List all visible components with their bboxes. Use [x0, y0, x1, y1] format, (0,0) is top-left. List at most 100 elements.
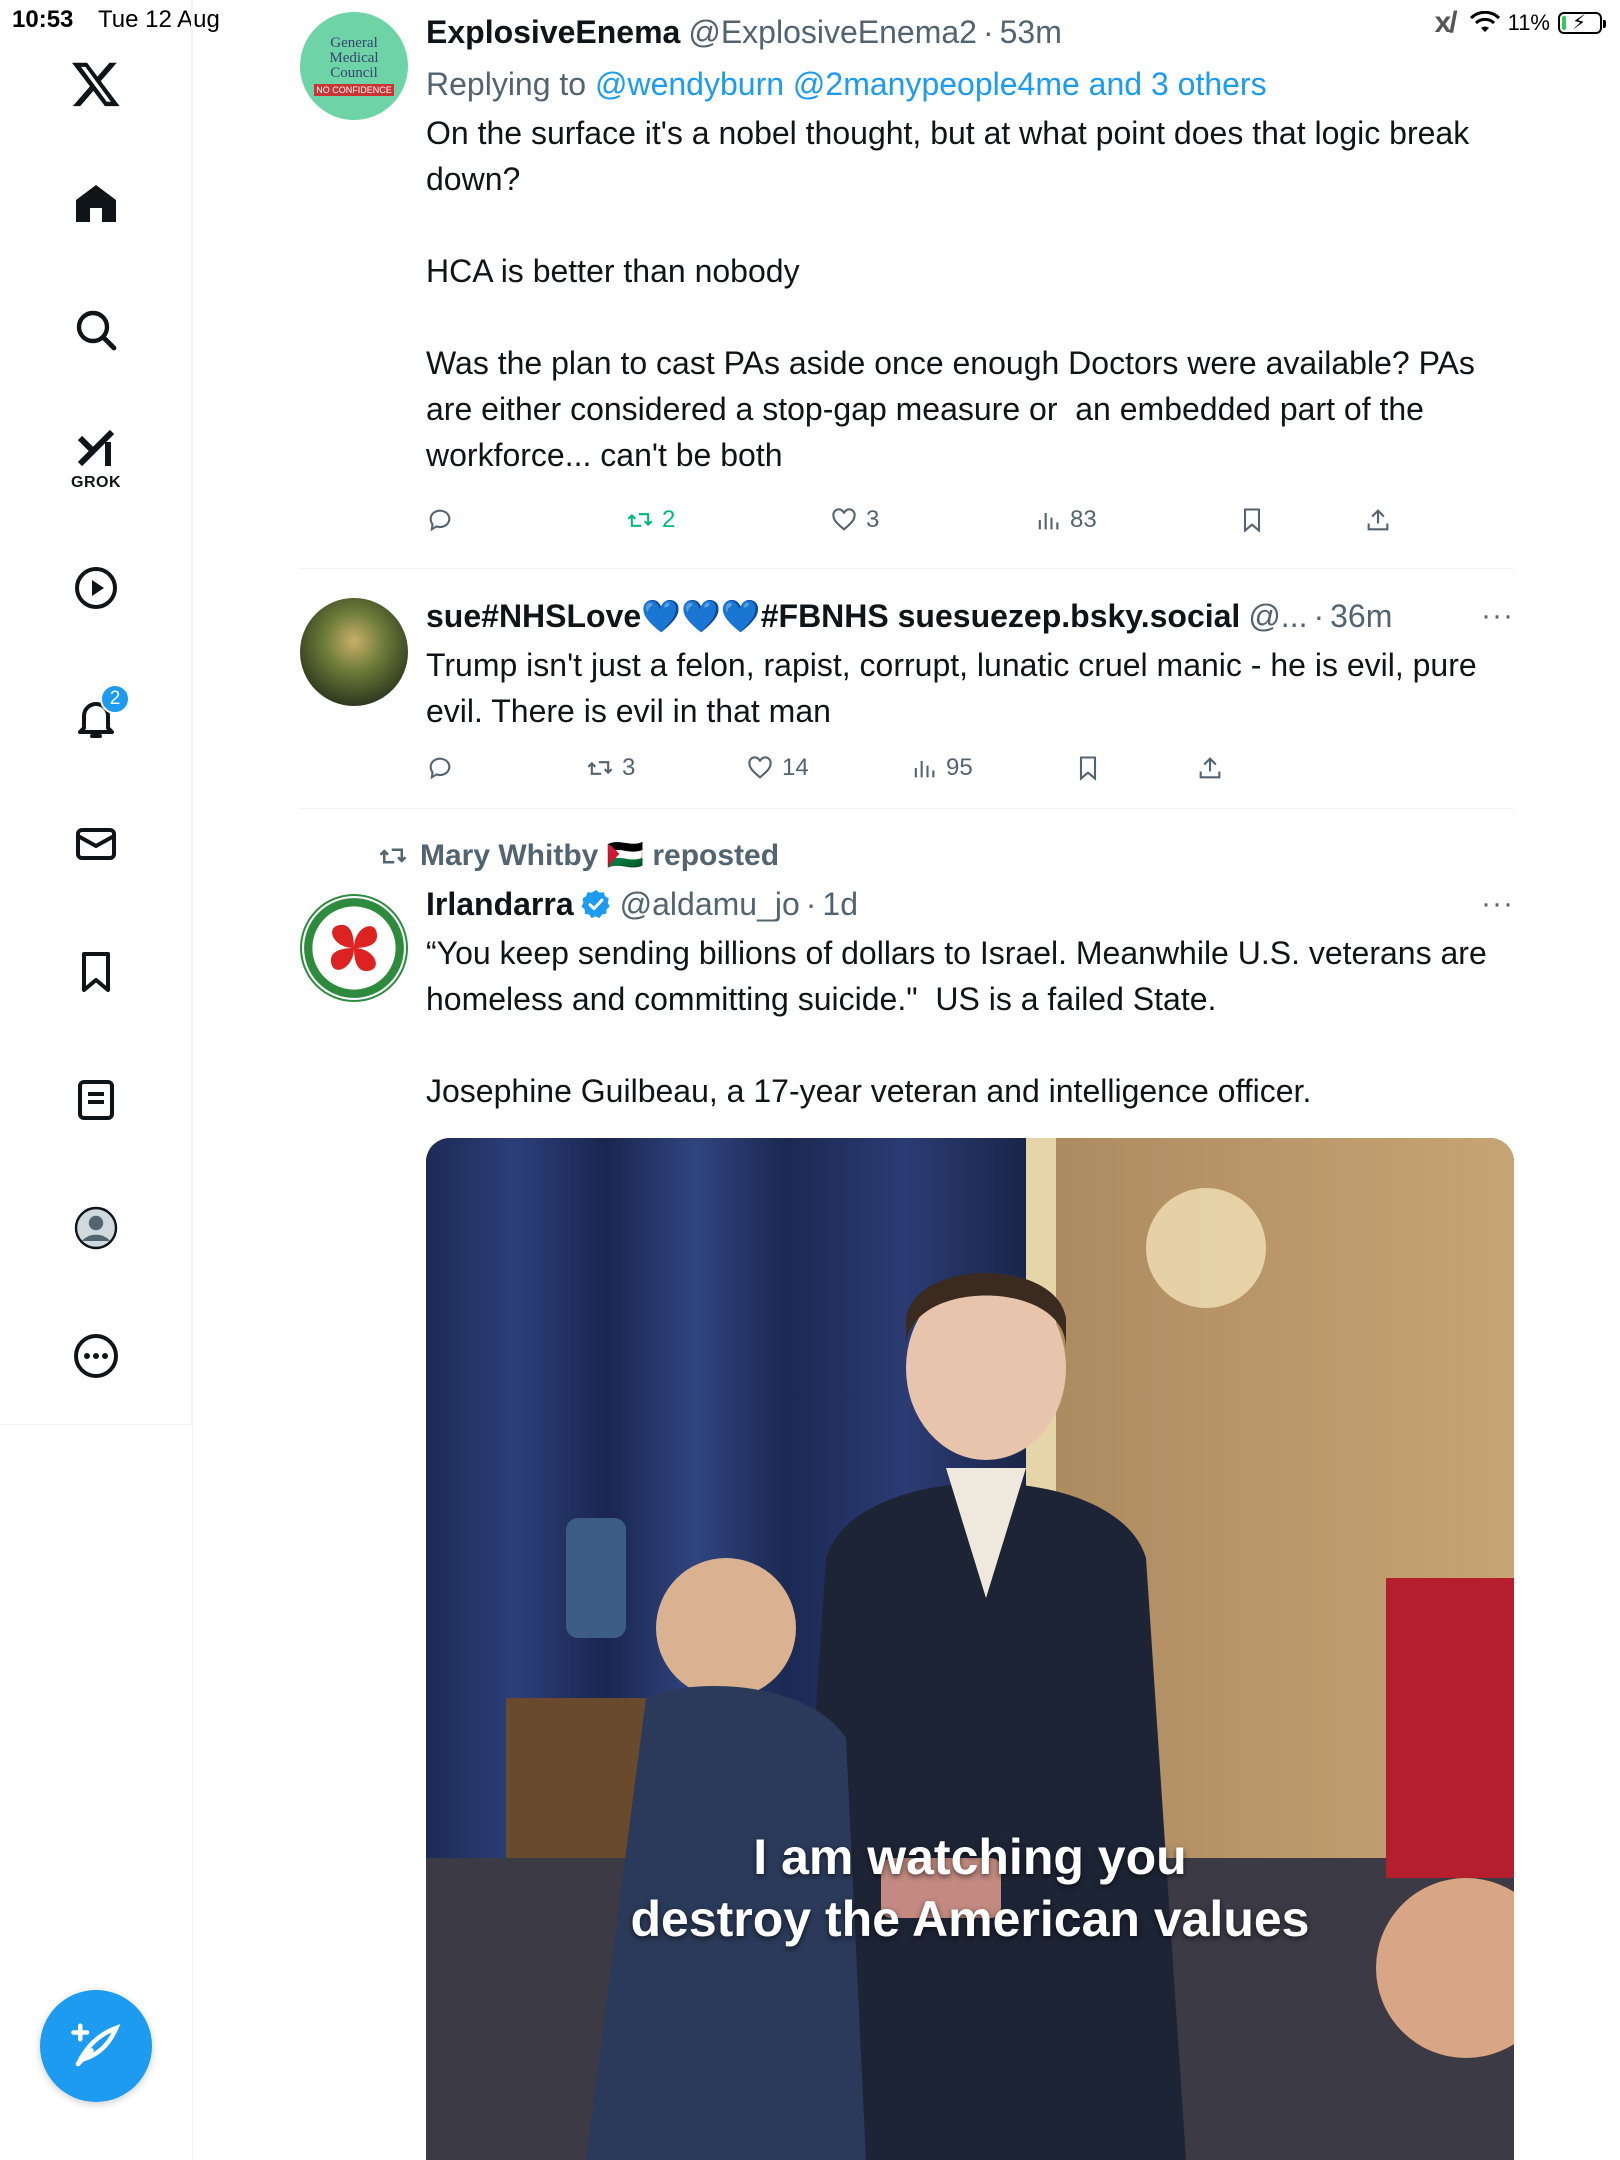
- battery-fill: [1562, 16, 1566, 30]
- video-frame-image: [426, 1138, 1514, 2160]
- video-caption: I am watching you: [753, 1829, 1187, 1885]
- reposted-by: Mary Whitby 🇵🇸 reposted: [420, 839, 780, 872]
- views-icon: [1038, 513, 1059, 530]
- compose-post-icon: [71, 2023, 121, 2067]
- video-caption: destroy the American values: [630, 1891, 1310, 1947]
- like-button[interactable]: 14: [746, 754, 809, 782]
- grok-icon: [77, 429, 115, 467]
- repost-button[interactable]: 2: [626, 506, 675, 534]
- post-content: sue#NHSLove💙💙💙#FBNHS suesuezep.bsky.soci…: [426, 596, 1516, 734]
- reply-icon: [429, 509, 451, 532]
- sidebar-item-grok[interactable]: GROK: [71, 424, 121, 492]
- more-options-icon[interactable]: ···: [1481, 596, 1514, 636]
- share-icon: [1367, 509, 1389, 531]
- replying-to: Replying to @wendyburn @2manypeople4me a…: [426, 64, 1516, 104]
- separator-dot: ·: [1313, 598, 1325, 634]
- reply-button[interactable]: [426, 506, 454, 534]
- avatar[interactable]: [300, 598, 408, 706]
- repost-icon: [379, 848, 407, 863]
- post-time[interactable]: 1d: [822, 884, 858, 924]
- repost-button[interactable]: 3: [586, 754, 635, 782]
- post-time[interactable]: 36m: [1330, 596, 1392, 636]
- reply-button[interactable]: [426, 754, 454, 782]
- avatar[interactable]: [300, 894, 408, 1002]
- like-count: 3: [866, 506, 880, 533]
- author-handle[interactable]: @ExplosiveEnema2: [688, 12, 977, 52]
- more-options-icon[interactable]: ···: [1481, 884, 1514, 924]
- post-time[interactable]: 53m: [1000, 12, 1062, 52]
- bookmark-button[interactable]: [1238, 506, 1266, 534]
- sidebar-item-bookmarks[interactable]: [72, 948, 120, 996]
- author-handle[interactable]: @aldamu_jo: [620, 884, 800, 924]
- more-icon: [74, 1334, 118, 1378]
- battery-icon: ⚡: [1558, 12, 1606, 34]
- x-logo-icon[interactable]: [70, 58, 122, 110]
- post-actions: 2 3 83: [426, 500, 1516, 540]
- post-sue[interactable]: sue#NHSLove💙💙💙#FBNHS suesuezep.bsky.soci…: [300, 596, 1516, 800]
- repost-context[interactable]: Mary Whitby 🇵🇸 reposted: [378, 838, 779, 873]
- lauburu-logo-icon: [304, 898, 404, 998]
- views-button[interactable]: 83: [1034, 506, 1097, 534]
- reply-icon: [429, 757, 451, 780]
- post-content: ExplosiveEnema @ExplosiveEnema2 · 53m Re…: [426, 12, 1516, 478]
- views-button[interactable]: 95: [910, 754, 973, 782]
- bookmark-icon: [82, 952, 110, 992]
- repost-icon: [587, 761, 613, 775]
- repost-count: 3: [622, 754, 636, 781]
- post-header: sue#NHSLove💙💙💙#FBNHS suesuezep.bsky.soci…: [426, 596, 1516, 636]
- repost-count: 2: [662, 506, 676, 533]
- post-video[interactable]: I am watching you destroy the American v…: [426, 1138, 1514, 2160]
- separator-dot: ·: [805, 886, 817, 922]
- author-name[interactable]: sue#NHSLove💙💙💙#FBNHS suesuezep.bsky.soci…: [426, 596, 1240, 636]
- post-explosiveenema[interactable]: General Medical Council NO CONFIDENCE Ex…: [300, 12, 1516, 560]
- like-button[interactable]: 3: [830, 506, 879, 534]
- bookmark-icon: [1243, 508, 1261, 533]
- like-count: 14: [782, 754, 809, 781]
- profile-icon: [74, 1206, 118, 1250]
- home-icon: [76, 185, 116, 222]
- charging-bolt-icon: ⚡: [1572, 12, 1587, 34]
- grok-label: GROK: [71, 474, 121, 491]
- verified-badge-icon: [581, 890, 610, 919]
- sidebar-divider: [192, 0, 193, 2160]
- views-icon: [914, 761, 935, 778]
- avatar-text: Medical: [329, 50, 379, 66]
- post-actions: 3 14 95: [426, 748, 1516, 788]
- bookmark-icon: [1079, 756, 1097, 781]
- heart-icon: [832, 508, 856, 531]
- sidebar-item-videos[interactable]: [72, 564, 120, 612]
- notification-badge: 2: [100, 684, 130, 714]
- sidebar-item-explore[interactable]: [72, 306, 120, 354]
- post-text: On the surface it's a nobel thought, but…: [426, 115, 1475, 473]
- share-button[interactable]: [1364, 506, 1392, 534]
- sidebar-item-more[interactable]: [72, 1332, 120, 1380]
- post-header: ExplosiveEnema @ExplosiveEnema2 · 53m: [426, 12, 1516, 52]
- avatar-text: Council: [330, 65, 378, 81]
- avatar-stamp: NO CONFIDENCE: [314, 84, 394, 96]
- sidebar-item-profile[interactable]: [72, 1204, 120, 1252]
- avatar-text: General: [330, 35, 378, 51]
- heart-icon: [748, 756, 772, 779]
- post-text: “You keep sending billions of dollars to…: [426, 935, 1487, 1109]
- share-button[interactable]: [1196, 754, 1224, 782]
- replying-to-link[interactable]: @wendyburn @2manypeople4me and 3 others: [595, 66, 1267, 102]
- repost-icon: [627, 513, 653, 527]
- search-icon: [76, 310, 117, 351]
- view-count: 95: [946, 754, 973, 781]
- avatar[interactable]: General Medical Council NO CONFIDENCE: [300, 12, 408, 120]
- author-name[interactable]: Irlandarra: [426, 884, 574, 924]
- sidebar-item-messages[interactable]: [72, 820, 120, 868]
- author-handle[interactable]: @...: [1248, 596, 1307, 636]
- compose-post-button[interactable]: [40, 1990, 152, 2102]
- list-icon: [78, 1080, 114, 1120]
- sidebar-item-notifications[interactable]: 2: [72, 684, 130, 742]
- author-name[interactable]: ExplosiveEnema: [426, 12, 680, 52]
- share-icon: [1199, 757, 1221, 779]
- view-count: 83: [1070, 506, 1097, 533]
- post-text: Trump isn't just a felon, rapist, corrup…: [426, 647, 1486, 729]
- post-divider: [300, 568, 1514, 569]
- sidebar-item-home[interactable]: [72, 180, 120, 228]
- bookmark-button[interactable]: [1074, 754, 1102, 782]
- sidebar-item-lists[interactable]: [72, 1076, 120, 1124]
- replying-prefix: Replying to: [426, 66, 587, 102]
